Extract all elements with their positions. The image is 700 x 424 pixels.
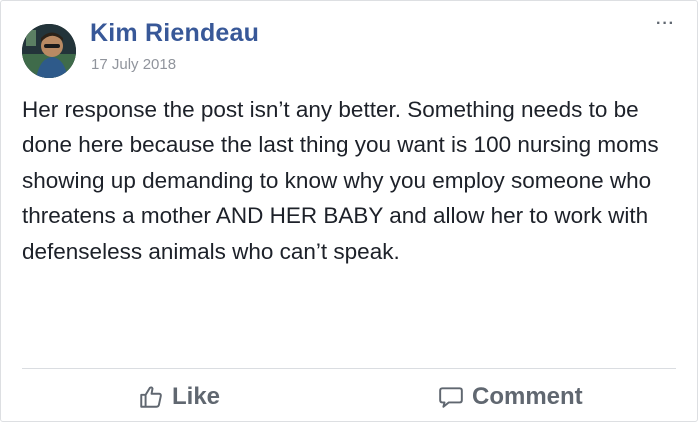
post-text: Her response the post isn’t any better. … xyxy=(22,97,659,264)
author-name[interactable]: Kim Riendeau xyxy=(90,19,259,48)
like-button[interactable]: Like xyxy=(138,377,220,417)
thumbs-up-icon xyxy=(138,384,164,410)
divider xyxy=(22,368,676,369)
speech-bubble-icon xyxy=(438,384,464,410)
comment-button[interactable]: Comment xyxy=(438,377,583,417)
avatar-photo xyxy=(22,24,76,78)
avatar[interactable] xyxy=(22,24,76,78)
post-card: Kim Riendeau 17 July 2018 ··· Her respon… xyxy=(0,0,698,422)
comment-label: Comment xyxy=(472,383,583,410)
post-date[interactable]: 17 July 2018 xyxy=(91,56,176,73)
more-options-button[interactable]: ··· xyxy=(656,15,675,33)
like-label: Like xyxy=(172,383,221,410)
